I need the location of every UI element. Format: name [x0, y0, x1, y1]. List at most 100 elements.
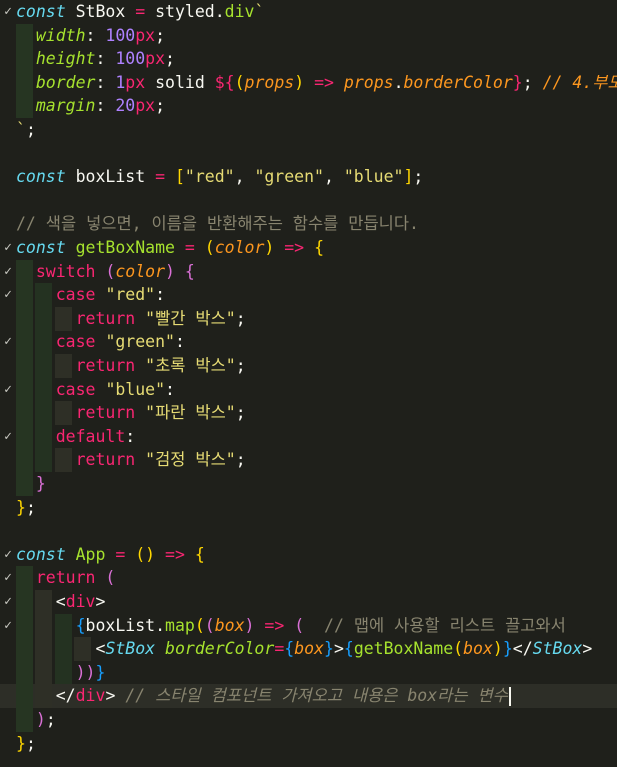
code-token: ( — [294, 615, 305, 635]
chevron-down-icon[interactable]: ✓ — [1, 543, 15, 567]
code-token: default — [55, 426, 126, 446]
code-token: => — [264, 615, 285, 635]
chevron-down-icon[interactable]: ✓ — [1, 425, 15, 449]
code-line[interactable]: return "파란 박스"; — [0, 401, 617, 426]
code-token: case — [55, 285, 96, 305]
code-text: // 색을 넣으면, 이름을 반환해주는 함수를 만듭니다. — [16, 212, 419, 236]
code-token: = — [274, 639, 285, 659]
code-token: return — [75, 450, 136, 470]
code-line[interactable]: } — [0, 472, 617, 496]
code-token: ( — [204, 238, 215, 257]
code-line[interactable]: return "검정 박스"; — [0, 448, 617, 473]
code-line[interactable]: return "초록 박스"; — [0, 354, 617, 378]
code-line[interactable]: margin: 20px; — [0, 94, 617, 119]
code-line[interactable]: </div> // 스타일 컴포넌트 가져오고 내용은 box라는 변수 — [0, 684, 617, 709]
code-line[interactable]: // 색을 넣으면, 이름을 반환해주는 함수를 만듭니다. — [0, 212, 617, 236]
code-token: } — [16, 733, 26, 753]
code-text: width: 100px; — [16, 24, 165, 48]
code-line[interactable]: ✓ switch (color) { — [0, 259, 617, 284]
code-token: ( — [204, 615, 215, 635]
code-token: = — [155, 167, 166, 187]
code-line[interactable]: }; — [0, 732, 617, 756]
code-text: ); — [16, 708, 56, 732]
code-line[interactable]: const boxList = ["red", "green", "blue"]… — [0, 165, 617, 189]
code-token: ; — [45, 710, 56, 729]
code-editor[interactable]: ✓ const StBox = styled.div` width: 100px;… — [0, 0, 617, 767]
code-line[interactable]: border: 1px solid ${(props) => props.bor… — [0, 70, 617, 95]
code-token: > — [333, 639, 344, 659]
chevron-down-icon[interactable]: ✓ — [1, 566, 15, 590]
code-line[interactable]: <StBox borderColor={box}>{getBoxName(box… — [0, 637, 617, 662]
code-token: } — [95, 662, 106, 682]
code-token: margin — [35, 96, 96, 116]
code-token: : — [125, 426, 136, 446]
code-token: : — [95, 72, 116, 92]
code-token: box — [463, 639, 493, 659]
code-line[interactable]: ✓ case "red": — [0, 283, 617, 308]
code-line[interactable]: ✓ const getBoxName = (color) => { — [0, 236, 617, 260]
code-token: boxList — [65, 167, 156, 187]
code-text: margin: 20px; — [16, 94, 165, 118]
code-line[interactable] — [0, 142, 617, 166]
code-line[interactable]: ✓ default: — [0, 424, 617, 449]
chevron-down-icon[interactable]: ✓ — [1, 378, 15, 402]
chevron-down-icon[interactable]: ✓ — [1, 590, 15, 614]
chevron-down-icon[interactable]: ✓ — [1, 260, 15, 284]
code-token: borderColor — [403, 72, 513, 92]
code-token: StBox — [532, 639, 583, 659]
code-line[interactable]: ); — [0, 708, 617, 732]
code-line[interactable]: ✓ case "blue": — [0, 377, 617, 402]
code-line[interactable]: ✓ const StBox = styled.div` — [0, 0, 617, 24]
chevron-down-icon[interactable]: ✓ — [1, 283, 15, 307]
code-line[interactable]: ✓ {boxList.map((box) => ( // 맵에 사용할 리스트 … — [0, 613, 617, 638]
chevron-down-icon[interactable]: ✓ — [1, 0, 15, 24]
code-token: ] — [403, 167, 414, 187]
code-line[interactable]: ))} — [0, 660, 617, 685]
code-token: ; — [25, 497, 36, 517]
code-line[interactable]: ✓ <div> — [0, 590, 617, 614]
chevron-down-icon[interactable]: ✓ — [1, 236, 15, 260]
code-line[interactable] — [0, 189, 617, 213]
code-token: return — [75, 308, 136, 328]
code-token: // 맵에 사용할 리스트 끌고와서 — [324, 615, 566, 635]
code-line[interactable]: ✓ const App = () => { — [0, 543, 617, 567]
code-token: ; — [235, 403, 246, 423]
chevron-down-icon[interactable]: ✓ — [1, 330, 15, 354]
chevron-down-icon[interactable]: ✓ — [1, 614, 15, 638]
code-line[interactable]: `; — [0, 118, 617, 142]
code-text: }; — [16, 732, 36, 756]
code-line[interactable]: }; — [0, 496, 617, 520]
code-line[interactable]: return "빨간 박스"; — [0, 306, 617, 331]
code-token: : — [95, 96, 116, 116]
code-token: : — [165, 379, 175, 399]
code-line[interactable]: ✓ case "green": — [0, 330, 617, 355]
code-token: : — [85, 25, 106, 45]
code-line[interactable]: height: 100px; — [0, 47, 617, 72]
code-text: const boxList = ["red", "green", "blue"]… — [16, 165, 423, 189]
code-line[interactable]: width: 100px; — [0, 23, 617, 48]
code-token: } — [512, 72, 523, 92]
code-line[interactable] — [0, 519, 617, 543]
code-token: styled. — [145, 2, 225, 21]
code-token: ; — [165, 49, 175, 69]
code-token: "blue" — [343, 167, 404, 187]
code-line[interactable]: ✓ return ( — [0, 566, 617, 591]
